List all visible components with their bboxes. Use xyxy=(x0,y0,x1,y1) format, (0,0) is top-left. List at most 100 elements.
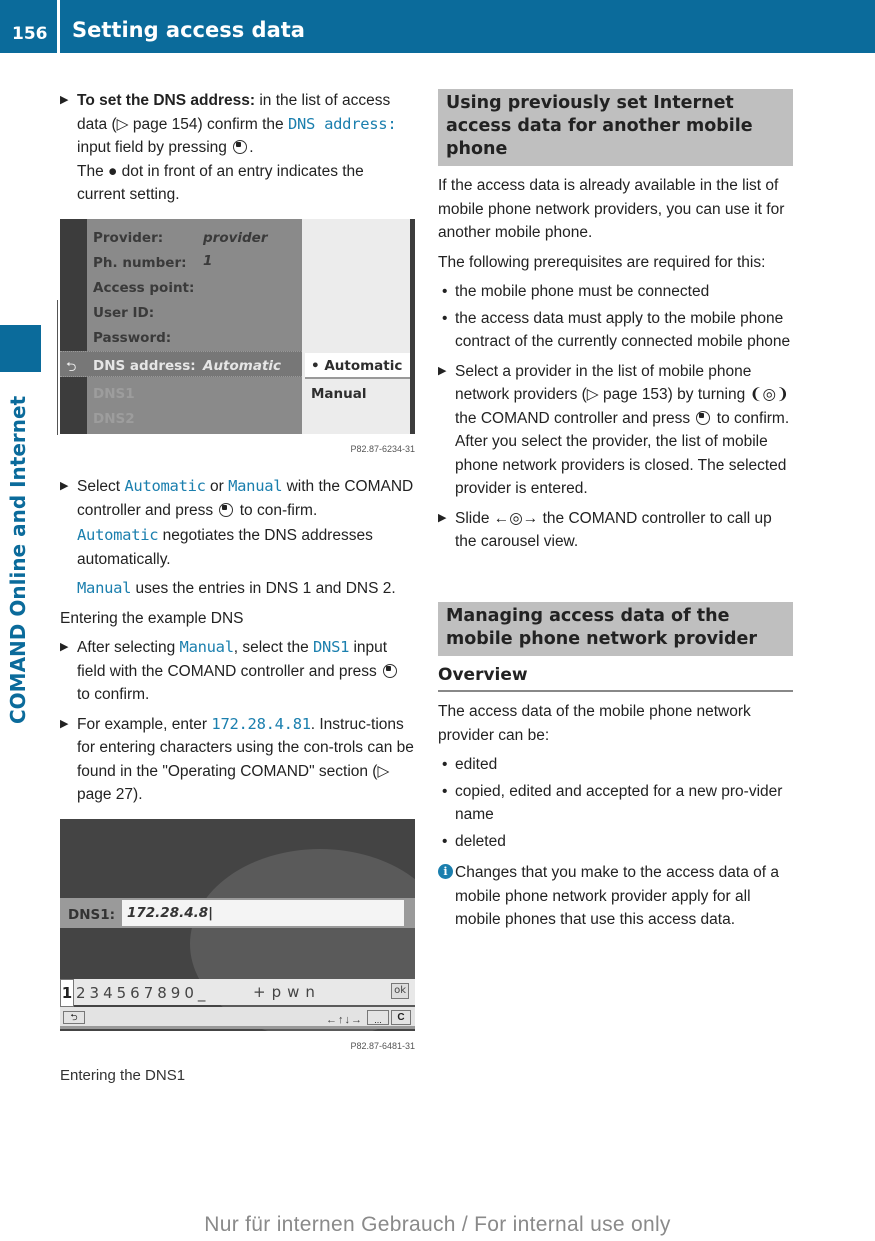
text: the mobile phone must be connected xyxy=(455,283,710,300)
section-heading-managing-data: Managing access data of the mobile phone… xyxy=(438,601,793,656)
list-item: • deleted xyxy=(438,830,793,854)
text: to con-firm. xyxy=(235,501,318,519)
screen-row-dns2: DNS2 xyxy=(93,410,135,427)
step-arrow-icon: ▶ xyxy=(438,511,447,524)
back-icon: ⮌ xyxy=(63,1010,85,1024)
row-label: Password: xyxy=(93,329,172,346)
page-ref-link[interactable]: page 153) by turning xyxy=(599,386,750,403)
ok-button: ok xyxy=(391,982,409,999)
text: For example, enter xyxy=(77,715,212,733)
list-item: • edited xyxy=(438,753,793,777)
option-automatic: • Automatic xyxy=(305,352,410,379)
screen-row-user-id: User ID: xyxy=(93,302,154,326)
cursor-arrows-icon: ←↑↓→ xyxy=(326,1013,363,1026)
text: deleted xyxy=(455,832,506,850)
char-selected: 1 xyxy=(60,978,74,1007)
figure-code: P82.87-6481-31 xyxy=(350,1040,415,1051)
text: , select the xyxy=(233,639,313,656)
step-select-mode: ▶ Select Automatic or Manual with the CO… xyxy=(60,475,415,601)
subheading-overview: Overview xyxy=(438,664,793,692)
option-manual: Manual xyxy=(311,385,367,402)
side-tab-marker xyxy=(0,325,41,372)
clear-button: C xyxy=(391,1009,411,1025)
row-value: provider 1 xyxy=(203,229,268,270)
screen-row-access-point: Access point: xyxy=(93,277,194,301)
controller-turn-icon: ❨◎❩ xyxy=(749,386,790,403)
text: the COMAND controller and press xyxy=(455,409,695,427)
manual-note: Manual uses the entries in DNS 1 and DNS… xyxy=(77,577,415,601)
row-label: Provider: xyxy=(93,229,164,246)
character-bar: 1 234567890_ +pwn ok xyxy=(60,978,415,1007)
bullet-icon: • xyxy=(442,782,448,800)
back-icon: ⮌ xyxy=(66,358,77,374)
step-arrow-icon: ▶ xyxy=(60,480,69,492)
list-item: • the mobile phone must be connected xyxy=(438,280,793,304)
bullet-icon: • xyxy=(442,832,448,850)
list-item: • copied, edited and accepted for a new p… xyxy=(438,780,793,827)
example-heading: Entering the example DNS xyxy=(60,609,244,627)
header-divider xyxy=(57,0,60,53)
page-ref-icon: ▷ xyxy=(116,115,129,133)
section-heading-previous-data: Using previously set Internet access dat… xyxy=(438,89,793,166)
code-manual: Manual xyxy=(228,477,283,495)
controller-slide-icon: ←◎→ xyxy=(493,509,539,527)
bullet-icon: • xyxy=(442,309,448,327)
code-automatic: Automatic xyxy=(124,477,206,495)
page-ref-link[interactable]: page 154) confirm the xyxy=(129,116,288,133)
right-column: Using previously set Internet access dat… xyxy=(438,89,793,932)
more-button: ... xyxy=(367,1009,389,1025)
step-enter-example: ▶ For example, enter 172.28.4.81. Instru… xyxy=(60,713,415,807)
screen-row-provider: Provider: provider 1 xyxy=(93,227,268,270)
code-ip-address: 172.28.4.81 xyxy=(211,714,311,733)
code-manual: Manual xyxy=(179,638,235,656)
bullet-icon: • xyxy=(442,283,448,300)
controller-press-icon xyxy=(383,663,398,678)
left-column: ▶ To set the DNS address: in the list of… xyxy=(60,89,415,1088)
code-dns1: DNS1 xyxy=(313,638,350,656)
paragraph: If the access data is already available … xyxy=(438,177,785,241)
automatic-note: Automatic negotiates the DNS addresses a… xyxy=(77,524,415,571)
text: or xyxy=(205,478,229,495)
step-arrow-icon: ▶ xyxy=(60,94,69,106)
side-divider xyxy=(57,300,58,435)
paragraph: The access data of the mobile phone netw… xyxy=(438,703,751,744)
step-note: After you select the provider, the list … xyxy=(455,433,787,497)
text: Changes that you make to the access data… xyxy=(455,864,779,928)
row-label: Access point: xyxy=(93,279,195,296)
row-label: User ID: xyxy=(93,304,155,321)
text: uses the entries in DNS 1 and DNS 2. xyxy=(131,580,396,597)
text: copied, edited and accepted for a new pr… xyxy=(455,782,783,824)
page-title: Setting access data xyxy=(72,18,305,42)
step-lead: To set the DNS address: xyxy=(77,92,256,109)
text: to confirm. xyxy=(712,409,790,427)
text: the access data must apply to the mobile… xyxy=(455,309,791,351)
page-ref-icon: ▷ xyxy=(377,762,390,780)
row-label: DNS address: xyxy=(93,357,196,374)
bullet-icon: • xyxy=(442,756,448,773)
step-slide-carousel: ▶ Slide ←◎→ the COMAND controller to cal… xyxy=(438,507,793,554)
page-ref-link[interactable]: page 27). xyxy=(77,786,143,803)
text: Select xyxy=(77,478,125,495)
footer-watermark: Nur für internen Gebrauch / For internal… xyxy=(204,1213,671,1236)
step-set-dns: ▶ To set the DNS address: in the list of… xyxy=(60,89,415,207)
step-note: The ● dot in front of an entry indicates… xyxy=(77,162,364,204)
step-select-dns1: ▶ After selecting Manual, select the DNS… xyxy=(60,636,415,707)
text: to confirm. xyxy=(77,686,150,703)
code-automatic: Automatic xyxy=(77,526,159,544)
text: edited xyxy=(455,756,498,773)
figure-code: P82.87-6234-31 xyxy=(350,443,415,454)
screenshot-dns-address-menu: Provider: provider 1 Ph. number: Access p… xyxy=(60,218,415,434)
char-digits: 234567890_ xyxy=(76,983,210,1002)
controller-press-icon xyxy=(233,140,248,154)
controller-press-icon xyxy=(219,502,234,517)
screen-row-dns-address: DNS address: Automatic xyxy=(93,355,281,379)
page-number: 156 xyxy=(12,24,48,44)
info-icon: i xyxy=(438,864,453,879)
info-note: i Changes that you make to the access da… xyxy=(438,861,793,932)
screenshot-dns1-entry: DNS1: 172.28.4.8| 1 234567890_ +pwn ok ⮌ … xyxy=(60,818,415,1031)
row-label: Ph. number: xyxy=(93,254,187,271)
paragraph: The following prerequisites are required… xyxy=(438,253,766,271)
text: Slide xyxy=(455,509,494,527)
text: . xyxy=(249,139,254,156)
row-value: Automatic xyxy=(203,357,282,374)
